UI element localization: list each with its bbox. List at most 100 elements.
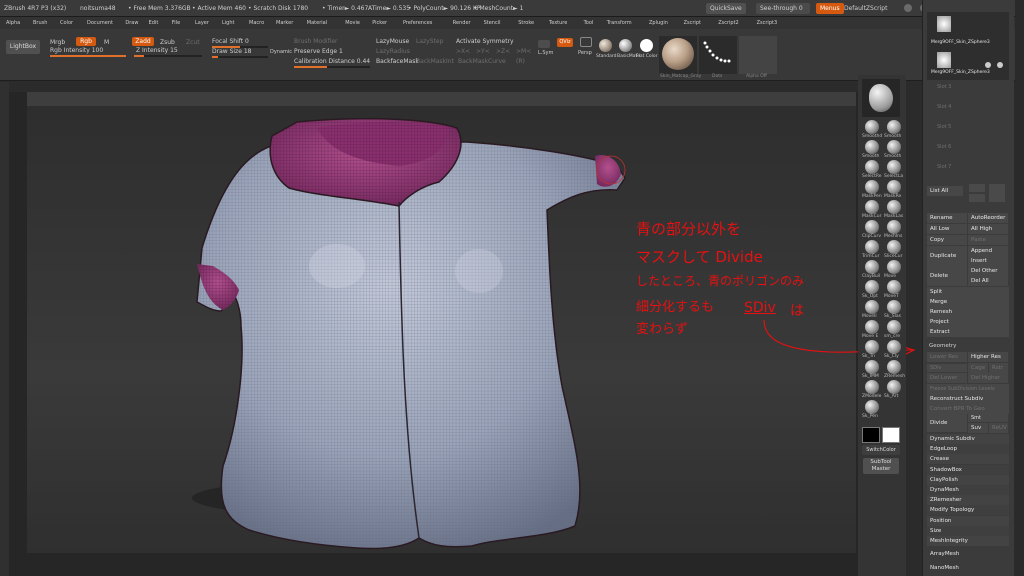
brush-maskpen-icon[interactable] bbox=[865, 180, 879, 194]
alpha-thumb[interactable] bbox=[739, 36, 777, 74]
menu-zscript2[interactable]: Zscript2 bbox=[718, 17, 739, 29]
lightbox-button[interactable]: LightBox bbox=[6, 40, 40, 54]
draw-size-slider[interactable]: Draw Size 18 bbox=[212, 48, 251, 56]
rgb-intensity-slider[interactable]: Rgb Intensity 100 bbox=[50, 47, 103, 55]
remesh-button[interactable]: Remesh bbox=[927, 307, 1009, 317]
del-lower-button[interactable]: Del Lower bbox=[927, 373, 967, 383]
duplicate-button[interactable]: Duplicate bbox=[927, 246, 967, 266]
insert-button[interactable]: Insert bbox=[968, 256, 1008, 266]
geometry-dynamic-subdiv-button[interactable]: Dynamic Subdiv bbox=[927, 434, 1009, 444]
rgb-button[interactable]: Rgb bbox=[76, 37, 96, 46]
divide-button[interactable]: Divide bbox=[927, 414, 967, 432]
brush-masklas-icon[interactable] bbox=[887, 200, 901, 214]
brush-move-icon[interactable] bbox=[887, 260, 901, 274]
freeze-subdivision-button[interactable]: Freeze SubDivision Levels bbox=[927, 384, 1009, 394]
reconstruct-subdiv-button[interactable]: Reconstruct Subdiv bbox=[927, 394, 1009, 404]
lazystep-slider[interactable]: LazyStep bbox=[416, 38, 443, 46]
lazymouse-button[interactable]: LazyMouse bbox=[376, 38, 409, 46]
autoreorder-button[interactable]: AutoReorder bbox=[968, 213, 1008, 223]
rename-button[interactable]: Rename bbox=[927, 213, 967, 223]
geometry-claypolish-button[interactable]: ClayPolish bbox=[927, 474, 1009, 485]
menu-render[interactable]: Render bbox=[453, 17, 471, 29]
preserve-edge-slider[interactable]: Preserve Edge 1 bbox=[294, 48, 343, 56]
calibration-distance-track[interactable] bbox=[294, 66, 370, 68]
rgb-intensity-track[interactable] bbox=[50, 55, 126, 57]
menu-movie[interactable]: Movie bbox=[345, 17, 360, 29]
brush-smooth-icon[interactable] bbox=[887, 120, 901, 134]
menu-light[interactable]: Light bbox=[222, 17, 234, 29]
geometry-size-button[interactable]: Size bbox=[927, 525, 1009, 536]
brush-maskre-icon[interactable] bbox=[887, 180, 901, 194]
all-low-button[interactable]: All Low bbox=[927, 224, 967, 234]
reuv-button[interactable]: ReUV bbox=[989, 423, 1008, 433]
help-icon[interactable] bbox=[904, 4, 912, 12]
zadd-button[interactable]: Zadd bbox=[132, 37, 154, 46]
sym-z-button[interactable]: >Z< bbox=[496, 48, 510, 56]
delete-button[interactable]: Delete bbox=[927, 266, 967, 286]
draw-size-track[interactable] bbox=[212, 56, 268, 58]
default-zscript-button[interactable]: DefaultZScript bbox=[840, 3, 891, 14]
qviz-button[interactable]: QViz bbox=[557, 38, 573, 47]
left-tray[interactable] bbox=[0, 82, 9, 576]
zsub-button[interactable]: Zsub bbox=[160, 39, 175, 47]
local-symmetry-button[interactable]: L.Sym bbox=[538, 49, 553, 57]
activate-symmetry-button[interactable]: Activate Symmetry bbox=[456, 38, 514, 46]
canvas-viewport[interactable] bbox=[27, 106, 856, 553]
current-brush-thumb[interactable] bbox=[862, 79, 900, 117]
subtool-item-2-name[interactable]: Merg9OFF_Skin_ZSphere3 bbox=[931, 70, 990, 75]
arrow-up-icon[interactable] bbox=[969, 184, 985, 192]
rstr-button[interactable]: Rstr bbox=[989, 363, 1008, 373]
split-button[interactable]: Split bbox=[927, 287, 1009, 297]
persp-button[interactable]: Persp bbox=[578, 49, 592, 57]
brush-sk-pen-icon[interactable] bbox=[865, 400, 879, 414]
brush-zremesh-icon[interactable] bbox=[887, 360, 901, 374]
dynamic-button[interactable]: Dynamic bbox=[270, 48, 292, 56]
smt-toggle[interactable]: Smt bbox=[968, 414, 1008, 422]
list-all-button[interactable]: List All bbox=[927, 186, 963, 196]
brush-move-e-icon[interactable] bbox=[865, 320, 879, 334]
menu-picker[interactable]: Picker bbox=[372, 17, 387, 29]
brush-claybuil-icon[interactable] bbox=[865, 260, 879, 274]
brush-sk-tri-icon[interactable] bbox=[865, 340, 879, 354]
menu-stroke[interactable]: Stroke bbox=[518, 17, 534, 29]
basic-material-icon[interactable] bbox=[619, 39, 632, 52]
menu-edit[interactable]: Edit bbox=[149, 17, 159, 29]
quicksave-button[interactable]: QuickSave bbox=[706, 3, 746, 14]
lazyradius-slider[interactable]: LazyRadius bbox=[376, 48, 410, 56]
menu-transform[interactable]: Transform bbox=[607, 17, 632, 29]
menu-zscript3[interactable]: Zscript3 bbox=[757, 17, 778, 29]
material-thumb[interactable] bbox=[659, 36, 697, 74]
all-high-button[interactable]: All High bbox=[968, 224, 1008, 234]
arrow-down-icon[interactable] bbox=[969, 194, 985, 202]
brush-modifier-slider[interactable]: Brush Modifier bbox=[294, 38, 337, 46]
geometry-edgeloop-button[interactable]: EdgeLoop bbox=[927, 444, 1009, 455]
menu-stencil[interactable]: Stencil bbox=[484, 17, 501, 29]
menu-material[interactable]: Material bbox=[307, 17, 327, 29]
geometry-dynamesh-button[interactable]: DynaMesh bbox=[927, 485, 1009, 495]
backmaskcurve-slider[interactable]: BackMaskCurve bbox=[458, 58, 506, 66]
brush-selectre-icon[interactable] bbox=[865, 160, 879, 174]
brush-smoothd-icon[interactable] bbox=[865, 120, 879, 134]
flat-color-icon[interactable] bbox=[640, 39, 653, 52]
extract-button[interactable]: Extract bbox=[927, 327, 1009, 337]
geometry-modify-topology-button[interactable]: Modify Topology bbox=[927, 505, 1009, 516]
subtool-item-2-thumb-icon[interactable] bbox=[937, 52, 951, 68]
zcut-button[interactable]: Zcut bbox=[186, 39, 200, 47]
backmaskint-slider[interactable]: BackMaskInt bbox=[416, 58, 454, 66]
subtool-move-icon[interactable] bbox=[989, 184, 1005, 202]
geometry-header[interactable]: Geometry bbox=[929, 343, 956, 349]
menu-file[interactable]: File bbox=[172, 17, 180, 29]
brush-slicecur-icon[interactable] bbox=[887, 240, 901, 254]
main-color-swatch[interactable] bbox=[862, 427, 880, 443]
brush-zmodele-icon[interactable] bbox=[865, 380, 879, 394]
lower-res-button[interactable]: Lower Res bbox=[927, 352, 967, 362]
brush-movell-icon[interactable] bbox=[865, 300, 879, 314]
geometry-meshintegrity-button[interactable]: MeshIntegrity bbox=[927, 536, 1009, 546]
menu-preferences[interactable]: Preferences bbox=[403, 17, 432, 29]
menu-alpha[interactable]: Alpha bbox=[6, 17, 20, 29]
sym-y-button[interactable]: >Y< bbox=[476, 48, 490, 56]
menu-brush[interactable]: Brush bbox=[33, 17, 47, 29]
subtool-item-1-thumb-icon[interactable] bbox=[937, 16, 951, 32]
perspective-icon[interactable] bbox=[580, 37, 592, 47]
convert-bpr-button[interactable]: Convert BPR To Geo bbox=[927, 404, 1009, 414]
